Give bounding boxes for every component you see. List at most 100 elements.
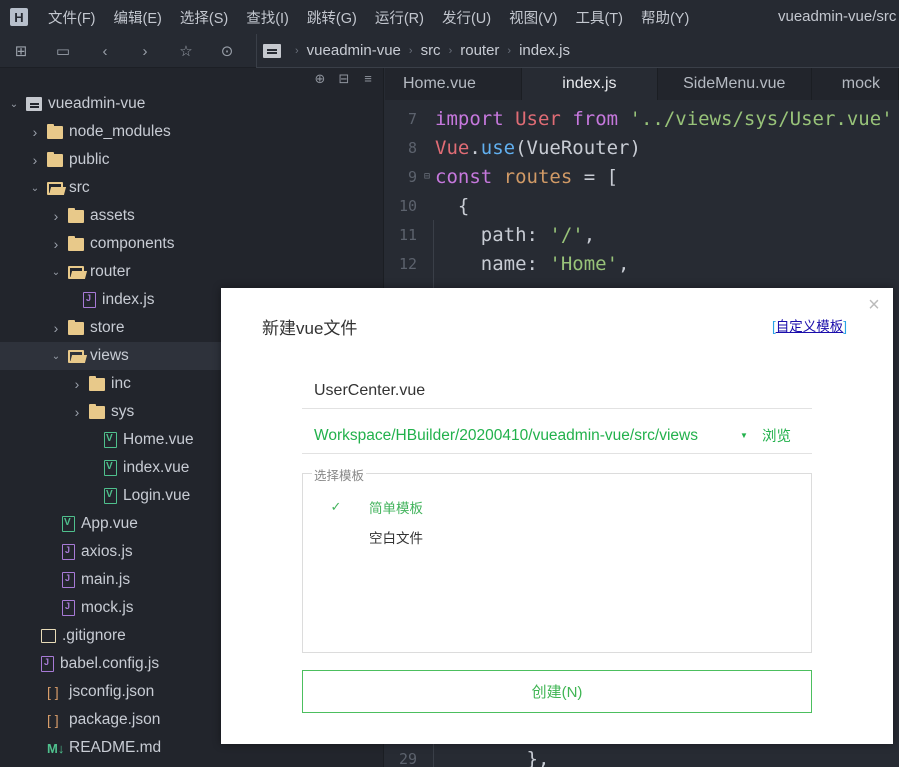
save-icon[interactable]: ▭ bbox=[54, 42, 72, 60]
chevron-right-icon[interactable]: › bbox=[71, 404, 83, 420]
tree-item-label: router bbox=[90, 263, 131, 280]
code-token: use bbox=[480, 136, 516, 159]
tree-item-label: package.json bbox=[69, 711, 161, 728]
new-file-icon[interactable]: ⊞ bbox=[12, 42, 30, 60]
code-token: . bbox=[469, 136, 481, 159]
menu-edit[interactable]: 编辑(E) bbox=[114, 7, 162, 28]
code-token: name bbox=[435, 252, 527, 275]
tree-item-label: index.js bbox=[102, 291, 155, 308]
json-file-icon: [ ] bbox=[47, 712, 59, 728]
tree-item[interactable]: › public bbox=[0, 146, 384, 174]
chevron-right-icon[interactable]: › bbox=[50, 320, 62, 336]
tree-item-label: components bbox=[90, 235, 175, 252]
folder-icon bbox=[47, 152, 63, 167]
template-option-label: 空白文件 bbox=[369, 531, 423, 546]
menu-view[interactable]: 视图(V) bbox=[509, 7, 557, 28]
location-path[interactable]: Workspace/HBuilder/20200410/vueadmin-vue… bbox=[302, 427, 732, 445]
template-option-blank[interactable]: 空白文件 bbox=[303, 523, 811, 551]
line-number: 10 bbox=[398, 196, 417, 215]
code-line: 7 import User from '../views/sys/User.vue… bbox=[385, 104, 899, 133]
back-icon[interactable]: ‹ bbox=[96, 42, 114, 60]
tree-item[interactable]: › components bbox=[0, 230, 384, 258]
folder-icon bbox=[68, 320, 84, 335]
tree-item-label: store bbox=[90, 319, 125, 336]
template-option-simple[interactable]: ✓ 简单模板 bbox=[303, 493, 811, 521]
tree-item[interactable]: ⌄ router bbox=[0, 258, 384, 286]
collapse-icon[interactable]: ⊟ bbox=[337, 72, 351, 86]
window-title: vueadmin-vue/src bbox=[778, 8, 897, 25]
chevron-down-icon[interactable]: ⌄ bbox=[50, 351, 62, 362]
menu-icon[interactable]: ≡ bbox=[361, 72, 375, 86]
menu-file[interactable]: 文件(F) bbox=[48, 7, 96, 28]
menu-goto[interactable]: 跳转(G) bbox=[307, 7, 357, 28]
tree-item-label: assets bbox=[90, 207, 135, 224]
dialog-title: 新建vue文件 bbox=[262, 319, 358, 338]
js-file-icon bbox=[83, 292, 96, 308]
file-icon bbox=[41, 629, 56, 643]
code-token: const bbox=[435, 165, 493, 188]
js-file-icon bbox=[41, 656, 54, 672]
template-group-label: 选择模板 bbox=[312, 465, 367, 484]
locate-icon[interactable]: ⊕ bbox=[313, 72, 327, 86]
chevron-down-icon[interactable]: ⌄ bbox=[8, 99, 20, 110]
menu-tools[interactable]: 工具(T) bbox=[575, 7, 623, 28]
code-token: : bbox=[526, 223, 550, 246]
custom-template-link-label[interactable]: 自定义模板 bbox=[776, 319, 844, 334]
tab-sidemenu-vue[interactable]: SideMenu.vue bbox=[658, 68, 812, 100]
code-line: 9 ⊟ const routes = [ bbox=[385, 162, 899, 191]
tab-index-js[interactable]: index.js bbox=[522, 68, 658, 100]
code-line: 11 path: '/', bbox=[385, 220, 899, 249]
menu-find[interactable]: 查找(I) bbox=[246, 7, 289, 28]
breadcrumb-item[interactable]: src bbox=[421, 42, 441, 59]
chevron-right-icon[interactable]: › bbox=[50, 236, 62, 252]
chevron-right-icon[interactable]: › bbox=[71, 376, 83, 392]
tab-home-vue[interactable]: Home.vue bbox=[385, 68, 523, 100]
chevron-right-icon[interactable]: › bbox=[50, 208, 62, 224]
check-icon: ✓ bbox=[330, 499, 342, 514]
dropdown-arrow-icon[interactable]: ▼ bbox=[740, 431, 754, 440]
code-token: path bbox=[435, 223, 527, 246]
breadcrumb-item[interactable]: vueadmin-vue bbox=[307, 42, 401, 59]
tree-item[interactable]: ⌄ src bbox=[0, 174, 384, 202]
tab-mock[interactable]: mock bbox=[812, 68, 899, 100]
custom-template-link[interactable]: [自定义模板] bbox=[772, 315, 847, 335]
tree-item[interactable]: ⌄ vueadmin-vue bbox=[0, 90, 384, 118]
breadcrumb-item[interactable]: index.js bbox=[519, 42, 570, 59]
menu-select[interactable]: 选择(S) bbox=[180, 7, 228, 28]
chevron-right-icon[interactable]: › bbox=[29, 124, 41, 140]
fold-icon[interactable]: ⊟ bbox=[419, 171, 435, 182]
create-button[interactable]: 创建(N) bbox=[302, 670, 812, 713]
browse-button[interactable]: 浏览 bbox=[762, 425, 791, 446]
location-field[interactable]: Workspace/HBuilder/20200410/vueadmin-vue… bbox=[302, 418, 812, 454]
project-icon bbox=[263, 43, 281, 58]
tree-item[interactable]: › node_modules bbox=[0, 118, 384, 146]
filename-field[interactable] bbox=[302, 374, 812, 409]
close-icon[interactable]: × bbox=[865, 295, 883, 315]
menu-run[interactable]: 运行(R) bbox=[375, 7, 424, 28]
template-group: 选择模板 ✓ 简单模板 空白文件 bbox=[302, 465, 812, 653]
breadcrumb-separator: › bbox=[408, 44, 413, 57]
run-icon[interactable]: ⊙ bbox=[218, 42, 236, 60]
menu-help[interactable]: 帮助(Y) bbox=[641, 7, 689, 28]
code-token: , bbox=[618, 252, 630, 275]
tree-item-label: Home.vue bbox=[123, 431, 194, 448]
tree-item[interactable]: › assets bbox=[0, 202, 384, 230]
forward-icon[interactable]: › bbox=[136, 42, 154, 60]
breadcrumb-item[interactable]: router bbox=[460, 42, 499, 59]
chevron-right-icon[interactable]: › bbox=[29, 152, 41, 168]
line-number: 7 bbox=[407, 109, 417, 128]
chevron-down-icon[interactable]: ⌄ bbox=[50, 267, 62, 278]
menu-publish[interactable]: 发行(U) bbox=[442, 7, 491, 28]
breadcrumb-separator: › bbox=[507, 44, 512, 57]
filename-input[interactable] bbox=[302, 374, 812, 408]
chevron-down-icon[interactable]: ⌄ bbox=[29, 183, 41, 194]
tree-item-label: inc bbox=[111, 375, 131, 392]
js-file-icon bbox=[62, 572, 75, 588]
hbuilder-logo-icon: H bbox=[10, 8, 28, 26]
code-line: 8 Vue. use (VueRouter) bbox=[385, 133, 899, 162]
star-icon[interactable]: ☆ bbox=[177, 42, 195, 60]
folder-icon bbox=[89, 376, 105, 391]
tree-item-label: jsconfig.json bbox=[69, 683, 155, 700]
